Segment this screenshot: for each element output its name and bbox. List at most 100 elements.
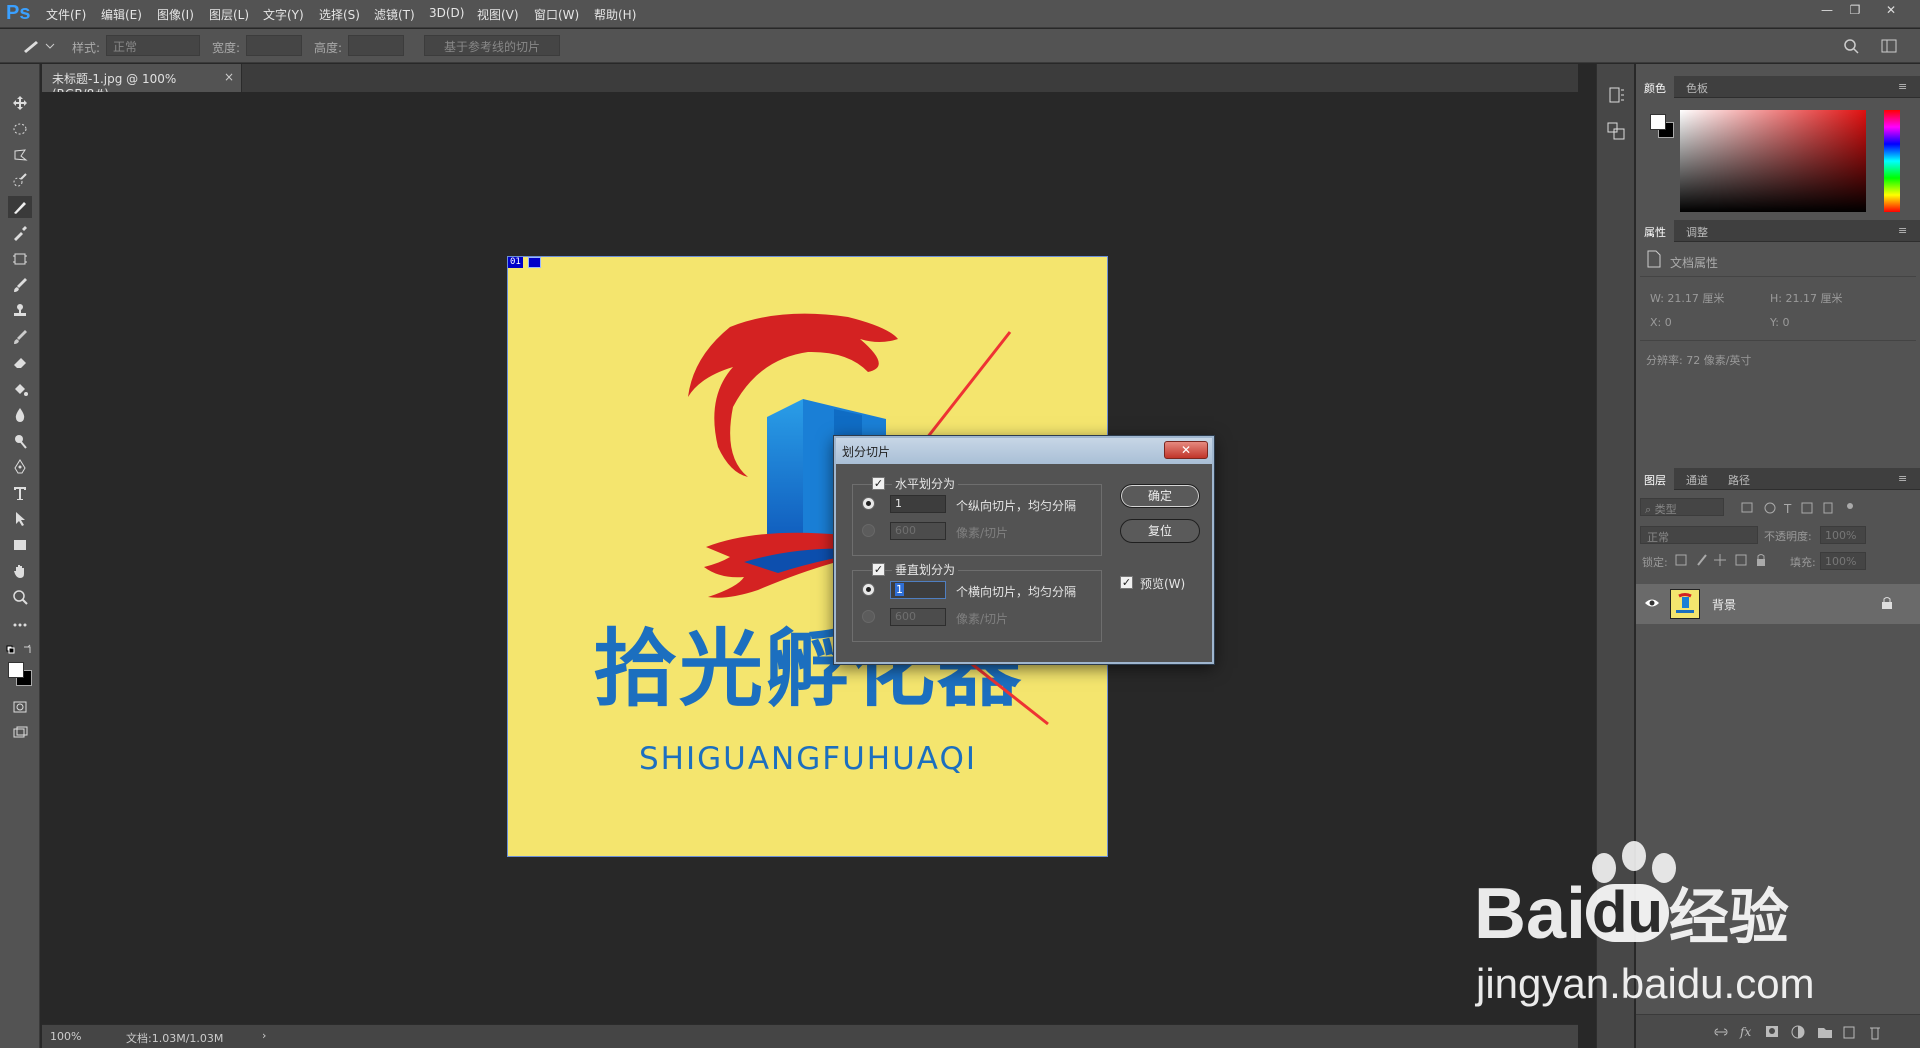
rectangle-tool-icon[interactable] [8,534,32,556]
options-bar: 样式: 正常 宽度: 高度: 基于参考线的切片 [0,29,1920,63]
preview-checkbox[interactable]: ✓ [1120,576,1133,589]
layers-panel-header: 图层 通道 路径 ≡ [1636,468,1920,490]
layer-footer-icons[interactable]: fx [1714,1023,1914,1041]
properties-panel-icon[interactable] [1605,120,1627,142]
quick-mask-icon[interactable] [8,696,32,718]
zoom-tool-icon[interactable] [8,586,32,608]
menu-edit[interactable]: 编辑(E) [101,6,142,23]
type-tool-icon[interactable] [8,482,32,504]
menu-3d[interactable]: 3D(D) [429,6,464,20]
layer-filter-select[interactable]: ⌕ 类型 [1640,498,1724,516]
minimize-icon[interactable]: — [1816,3,1838,21]
reset-button[interactable]: 复位 [1120,519,1200,543]
vertical-pixels-radio[interactable] [862,610,875,623]
horizontal-pixels-input[interactable]: 600 [890,522,946,540]
layers-menu-icon[interactable]: ≡ [1898,472,1907,485]
slice-tool-preset-icon[interactable] [20,37,56,55]
fill-input[interactable]: 100% [1820,552,1866,570]
tab-adjustments[interactable]: 调整 [1686,224,1708,240]
style-select[interactable]: 正常 [106,35,200,56]
lasso-tool-icon[interactable] [8,144,32,166]
vertical-count-radio[interactable] [862,583,875,596]
ok-button[interactable]: 确定 [1120,484,1200,508]
slices-from-guides-button[interactable]: 基于参考线的切片 [424,35,560,56]
path-selection-tool-icon[interactable] [8,508,32,530]
quick-select-tool-icon[interactable] [8,170,32,192]
hand-tool-icon[interactable] [8,560,32,582]
height-input[interactable] [348,35,404,56]
tab-color[interactable]: 颜色 [1636,76,1674,98]
document-icon [1646,250,1662,268]
horizontal-count-input[interactable]: 1 [890,495,946,513]
lock-icons[interactable] [1674,553,1774,567]
close-tab-icon[interactable]: × [224,70,234,84]
history-panel-icon[interactable] [1605,84,1627,106]
color-field[interactable] [1680,110,1866,212]
frame-tool-icon[interactable] [8,248,32,270]
tab-swatches[interactable]: 色板 [1686,80,1708,96]
stamp-tool-icon[interactable] [8,300,32,322]
eyedropper-tool-icon[interactable] [8,222,32,244]
color-panel-menu-icon[interactable]: ≡ [1898,80,1907,93]
layer-row-background[interactable]: 背景 [1636,584,1920,624]
color-swatch-fg-bg[interactable] [1648,112,1676,140]
slice-tool-icon[interactable] [8,196,32,218]
history-brush-tool-icon[interactable] [8,326,32,348]
layer-name[interactable]: 背景 [1712,596,1736,613]
screen-mode-icon[interactable] [8,722,32,744]
menu-type[interactable]: 文字(Y) [263,6,304,23]
menu-file[interactable]: 文件(F) [46,6,86,23]
visibility-eye-icon[interactable] [1644,596,1660,610]
menu-select[interactable]: 选择(S) [319,6,360,23]
vertical-count-input[interactable]: 1 [890,581,946,599]
tab-properties[interactable]: 属性 [1636,220,1674,242]
eraser-tool-icon[interactable] [8,352,32,374]
foreground-background-color-icon[interactable] [6,660,34,688]
horizontal-count-radio[interactable] [862,497,875,510]
tab-layers[interactable]: 图层 [1636,468,1674,490]
status-chevron-icon[interactable]: › [262,1029,266,1042]
style-label: 样式: [72,41,101,55]
tab-channels[interactable]: 通道 [1686,472,1708,488]
more-tools-icon[interactable] [8,614,32,636]
dodge-tool-icon[interactable] [8,430,32,452]
brush-tool-icon[interactable] [8,274,32,296]
menu-view[interactable]: 视图(V) [477,6,519,23]
blend-mode-select[interactable]: 正常 [1640,526,1758,544]
menu-layer[interactable]: 图层(L) [209,6,249,23]
menu-window[interactable]: 窗口(W) [534,6,579,23]
divide-slice-dialog: 划分切片 ✕ ✓ 水平划分为 1 个纵向切片，均匀分隔 600 像素/切片 ✓ … [834,436,1214,664]
dialog-close-button[interactable]: ✕ [1164,441,1208,459]
logo-english-text: SHIGUANGFUHUAQI [639,741,977,777]
dialog-title-bar: 划分切片 [836,438,1212,464]
horizontal-checkbox[interactable]: ✓ [872,477,885,490]
workspace-icon[interactable] [1880,37,1898,55]
horizontal-pixels-radio[interactable] [862,524,875,537]
properties-menu-icon[interactable]: ≡ [1898,224,1907,237]
marquee-tool-icon[interactable] [8,118,32,140]
vertical-checkbox[interactable]: ✓ [872,563,885,576]
height-label: 高度: [314,41,343,55]
layer-filter-icons[interactable]: T [1740,500,1860,516]
menu-image[interactable]: 图像(I) [157,6,194,23]
close-icon[interactable]: ✕ [1880,3,1902,21]
paint-bucket-tool-icon[interactable] [8,378,32,400]
opacity-input[interactable]: 100% [1820,526,1866,544]
hue-slider[interactable] [1884,110,1900,212]
zoom-level[interactable]: 100% [50,1030,81,1043]
swap-colors-icon[interactable] [6,644,34,658]
search-icon[interactable] [1842,37,1860,55]
move-tool-icon[interactable] [8,92,32,114]
menu-filter[interactable]: 滤镜(T) [374,6,415,23]
vertical-pixels-input[interactable]: 600 [890,608,946,626]
menu-help[interactable]: 帮助(H) [594,6,636,23]
restore-icon[interactable]: ❐ [1844,3,1866,21]
props-resolution: 分辨率: 72 像素/英寸 [1646,354,1752,367]
tab-paths[interactable]: 路径 [1728,472,1750,488]
pen-tool-icon[interactable] [8,456,32,478]
document-tab[interactable]: 未标题-1.jpg @ 100%(RGB/8#) × [42,64,242,101]
document-size-info: 文档:1.03M/1.03M [126,1032,224,1045]
width-input[interactable] [246,35,302,56]
blur-tool-icon[interactable] [8,404,32,426]
vertical-count-selected-text: 1 [895,583,904,596]
